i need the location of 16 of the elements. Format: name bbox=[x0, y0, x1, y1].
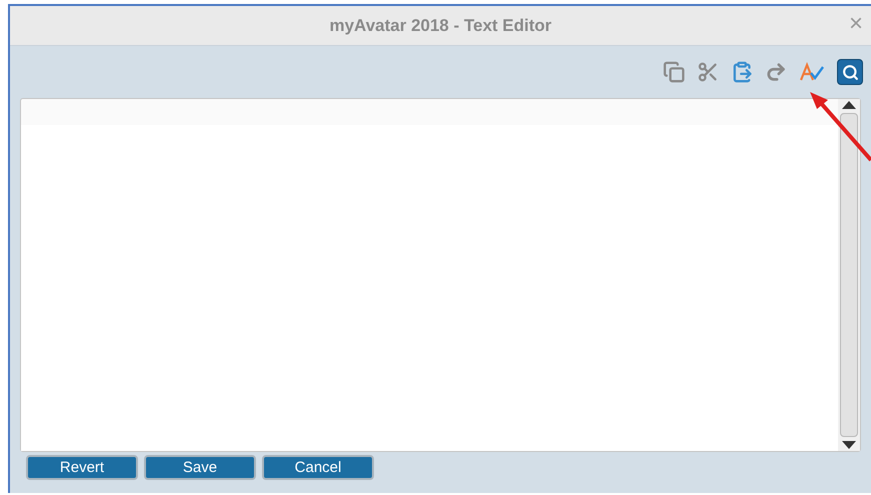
search-icon bbox=[842, 64, 858, 80]
search-button[interactable] bbox=[837, 59, 863, 85]
scroll-thumb[interactable] bbox=[840, 113, 858, 437]
scissors-icon[interactable] bbox=[697, 61, 719, 83]
scroll-up-icon[interactable] bbox=[842, 101, 856, 109]
dialog-button[interactable]: Revert bbox=[26, 455, 138, 480]
scrollbar[interactable] bbox=[838, 99, 860, 451]
dialog-button[interactable]: Save bbox=[144, 455, 256, 480]
redo-icon[interactable] bbox=[765, 61, 787, 83]
scroll-down-icon[interactable] bbox=[842, 441, 856, 449]
dialog-button[interactable]: Cancel bbox=[262, 455, 374, 480]
annotation-arrow bbox=[808, 92, 871, 162]
paste-icon[interactable] bbox=[731, 61, 753, 83]
window-title: myAvatar 2018 - Text Editor bbox=[329, 14, 552, 37]
spellcheck-icon[interactable] bbox=[799, 62, 825, 82]
copy-icon[interactable] bbox=[663, 61, 685, 83]
